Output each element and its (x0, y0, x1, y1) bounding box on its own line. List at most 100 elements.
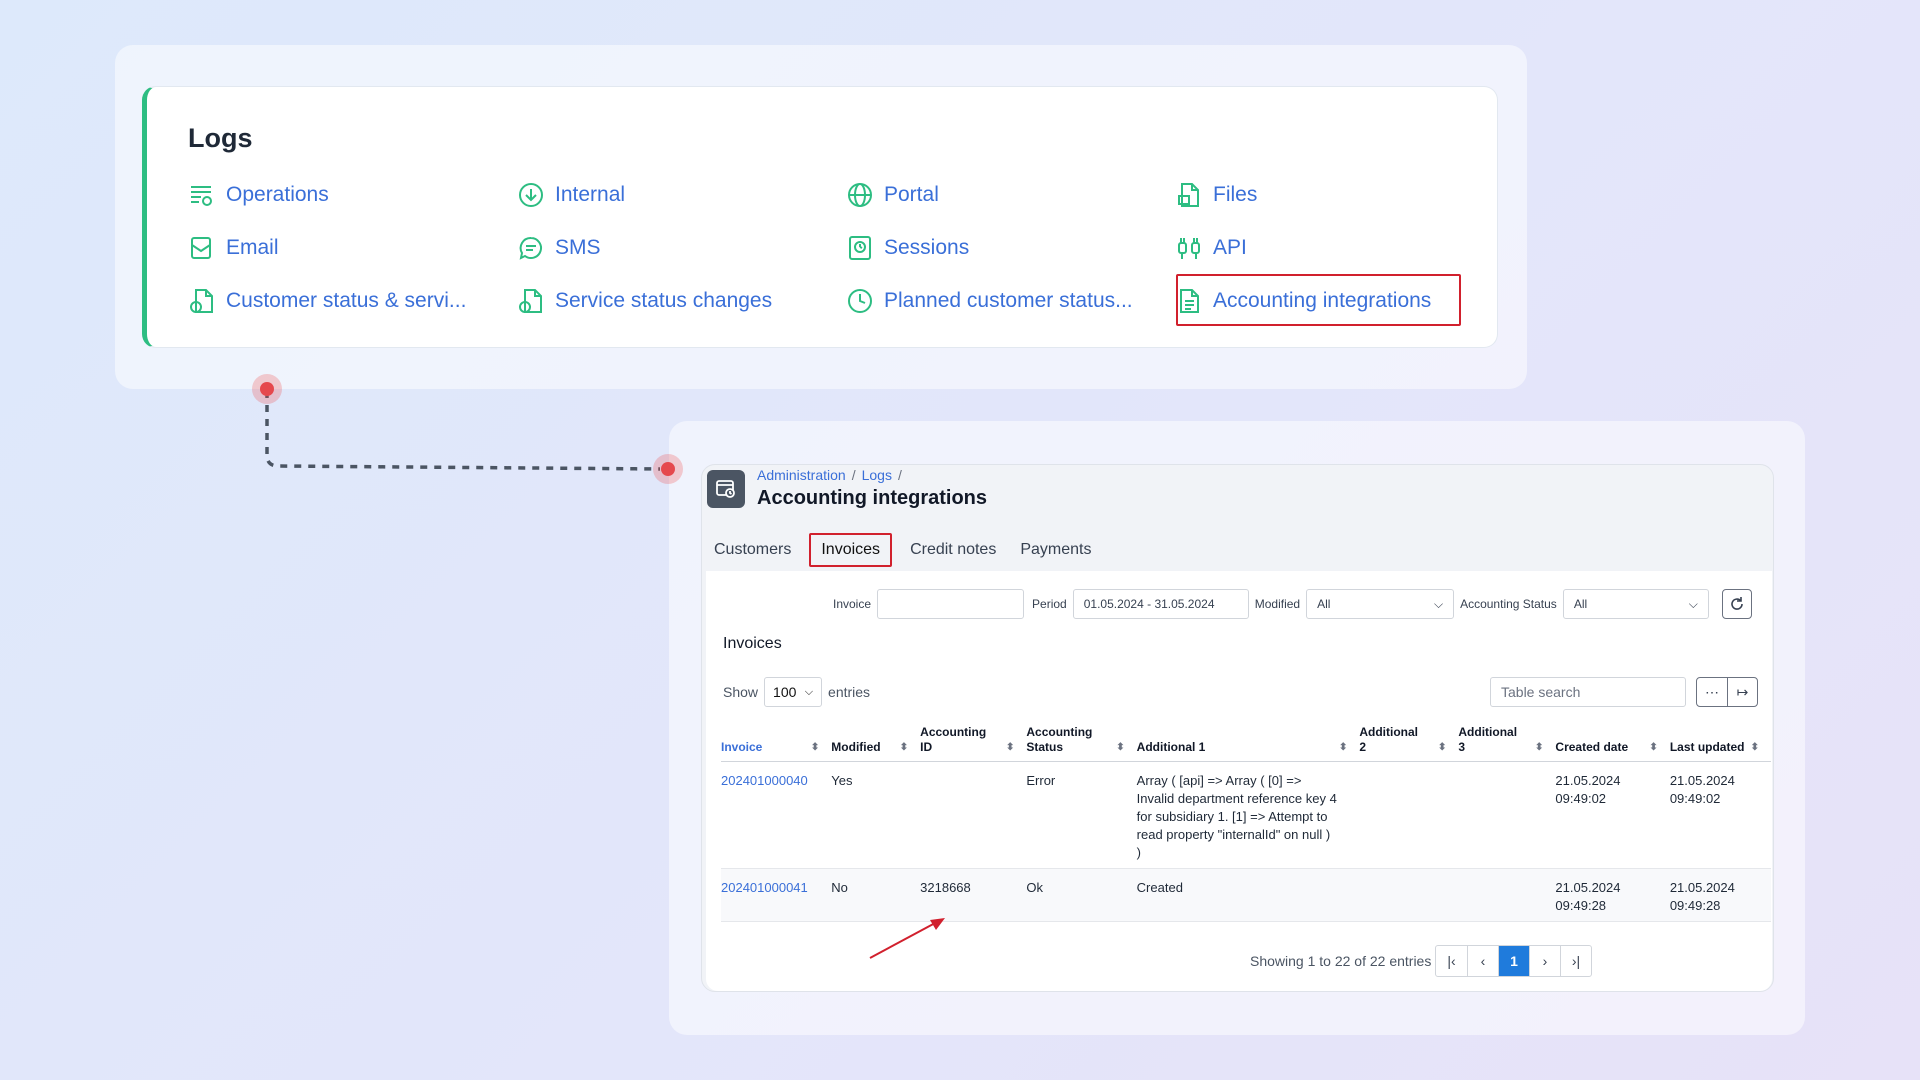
log-link-files[interactable]: Files (1175, 177, 1475, 213)
email-icon (188, 234, 216, 262)
column-header-text: Invoice (721, 740, 763, 754)
log-link-internal[interactable]: Internal (517, 177, 846, 213)
page-length-value: 100 (773, 684, 797, 700)
tab-invoices[interactable]: Invoices (809, 533, 893, 567)
page-button-current[interactable]: 1 (1498, 946, 1529, 976)
tab-credit-notes[interactable]: Credit notes (898, 533, 1008, 567)
status-value: All (1573, 597, 1588, 611)
column-header-text: ID (920, 740, 933, 754)
column-header[interactable]: Accounting Status ⬍ (1026, 719, 1137, 762)
modified-filter-select[interactable]: All ⌵ (1306, 589, 1455, 619)
table-cell-additional1: Created (1136, 868, 1360, 922)
log-link-customer-status[interactable]: Customer status & servi... (188, 283, 517, 319)
column-header-label: Created date (1555, 740, 1628, 755)
log-link-email[interactable]: Email (188, 230, 517, 266)
column-header-label: Last updated (1670, 740, 1745, 755)
period-filter-input[interactable]: 01.05.2024 - 31.05.2024 (1072, 589, 1249, 619)
table-cell-accounting-id (920, 761, 1027, 869)
table-cell-modified: Yes (831, 761, 921, 869)
table-cell-invoice: 202401000040 (721, 761, 832, 869)
table-cell-created: 21.05.2024 09:49:28 (1555, 868, 1670, 922)
column-header[interactable]: Last updated ⬍ (1669, 719, 1771, 762)
column-header-text: Additional (1458, 725, 1518, 739)
tab-content: Invoice Period 01.05.2024 - 31.05.2024 M… (706, 571, 1772, 991)
invoice-link[interactable]: 202401000041 (721, 880, 808, 895)
log-link-accounting-integrations[interactable]: Accounting integrations (1175, 283, 1475, 319)
log-link-planned-status[interactable]: Planned customer status... (846, 283, 1175, 319)
prev-page-icon[interactable]: ‹ (1467, 946, 1498, 976)
status-file-icon (188, 287, 216, 315)
operations-icon (188, 181, 216, 209)
table-search-input[interactable]: Table search (1490, 677, 1686, 707)
period-filter-label: Period (1032, 597, 1067, 611)
table-cell-updated: 21.05.2024 09:49:02 (1669, 761, 1771, 869)
log-link-portal[interactable]: Portal (846, 177, 1175, 213)
log-link-service-status[interactable]: Service status changes (517, 283, 846, 319)
refresh-button[interactable] (1722, 589, 1752, 619)
sessions-icon (846, 234, 874, 262)
export-icon[interactable]: ↦ (1727, 678, 1757, 706)
sort-icon[interactable]: ⬍ (1006, 740, 1014, 755)
tab-customers[interactable]: Customers (702, 533, 803, 567)
table-cell-status: Ok (1026, 868, 1137, 922)
breadcrumb: Administration / Logs / (757, 467, 902, 483)
sort-icon[interactable]: ⬍ (1649, 740, 1657, 755)
column-header[interactable]: Invoice ⬍ (721, 719, 832, 762)
next-page-icon[interactable]: › (1529, 946, 1560, 976)
invoice-link[interactable]: 202401000040 (721, 773, 808, 788)
table-cell-additional3 (1458, 761, 1556, 869)
column-header-text: Status (1026, 740, 1064, 754)
sort-icon[interactable]: ⬍ (811, 740, 819, 755)
log-label: Customer status & servi... (226, 289, 467, 312)
log-label: Service status changes (555, 289, 773, 312)
table-cell-accounting-id: 3218668 (920, 868, 1027, 922)
sort-icon[interactable]: ⬍ (1116, 740, 1124, 755)
status-filter-select[interactable]: All ⌵ (1562, 589, 1709, 619)
pagination-info: Showing 1 to 22 of 22 entries (1250, 953, 1432, 969)
pagination: |‹ ‹ 1 › ›| (1435, 945, 1592, 977)
breadcrumb-administration[interactable]: Administration (757, 467, 846, 483)
column-header-label: Additional 2 (1359, 725, 1418, 755)
column-header-label: Invoice (721, 740, 762, 755)
column-header[interactable]: Additional 1 ⬍ (1136, 719, 1360, 762)
column-header[interactable]: Additional 3 ⬍ (1458, 719, 1556, 762)
status-filter-label: Accounting Status (1460, 597, 1557, 611)
first-page-icon[interactable]: |‹ (1436, 946, 1467, 976)
refresh-icon (1731, 597, 1743, 610)
modified-filter-label: Modified (1254, 597, 1301, 611)
page-length-select[interactable]: 100 ⌵ (764, 677, 823, 707)
sort-icon[interactable]: ⬍ (1535, 740, 1543, 755)
period-value: 01.05.2024 - 31.05.2024 (1083, 597, 1215, 611)
sort-icon[interactable]: ⬍ (1438, 740, 1446, 755)
log-link-sms[interactable]: SMS (517, 230, 846, 266)
invoice-filter-input[interactable] (877, 589, 1025, 619)
column-header[interactable]: Additional 2 ⬍ (1359, 719, 1459, 762)
column-header-text: 3 (1458, 740, 1466, 754)
table-cell-additional1: Array ( [api] => Array ( [0] => Invalid … (1136, 761, 1360, 869)
table-row: 202401000041 No 3218668 Ok Created 21.05.2024… (721, 868, 1771, 922)
table-cell-status: Error (1026, 761, 1137, 869)
log-link-operations[interactable]: Operations (188, 177, 517, 213)
log-link-api[interactable]: API (1175, 230, 1475, 266)
last-page-icon[interactable]: ›| (1560, 946, 1591, 976)
log-link-sessions[interactable]: Sessions (846, 230, 1175, 266)
log-label: Internal (555, 183, 626, 206)
breadcrumb-separator: / (897, 467, 902, 483)
table-tools: ⋯ ↦ (1696, 677, 1758, 707)
column-header[interactable]: Created date ⬍ (1555, 719, 1670, 762)
more-options-icon[interactable]: ⋯ (1697, 678, 1727, 706)
page-length: Show 100 ⌵ entries (723, 677, 870, 707)
column-header[interactable]: Accounting ID ⬍ (920, 719, 1027, 762)
chevron-down-icon: ⌵ (804, 685, 814, 698)
breadcrumb-logs[interactable]: Logs (862, 467, 892, 483)
column-header-text: Additional 1 (1136, 740, 1206, 754)
logs-title: Logs (188, 123, 253, 153)
column-header[interactable]: Modified ⬍ (831, 719, 921, 762)
modified-value: All (1317, 597, 1331, 611)
sort-icon[interactable]: ⬍ (1339, 740, 1347, 755)
tab-payments[interactable]: Payments (1008, 533, 1103, 567)
log-label: Accounting integrations (1213, 289, 1432, 312)
sort-icon[interactable]: ⬍ (900, 740, 908, 755)
sort-icon[interactable]: ⬍ (1751, 740, 1759, 755)
log-label: Operations (226, 183, 329, 206)
